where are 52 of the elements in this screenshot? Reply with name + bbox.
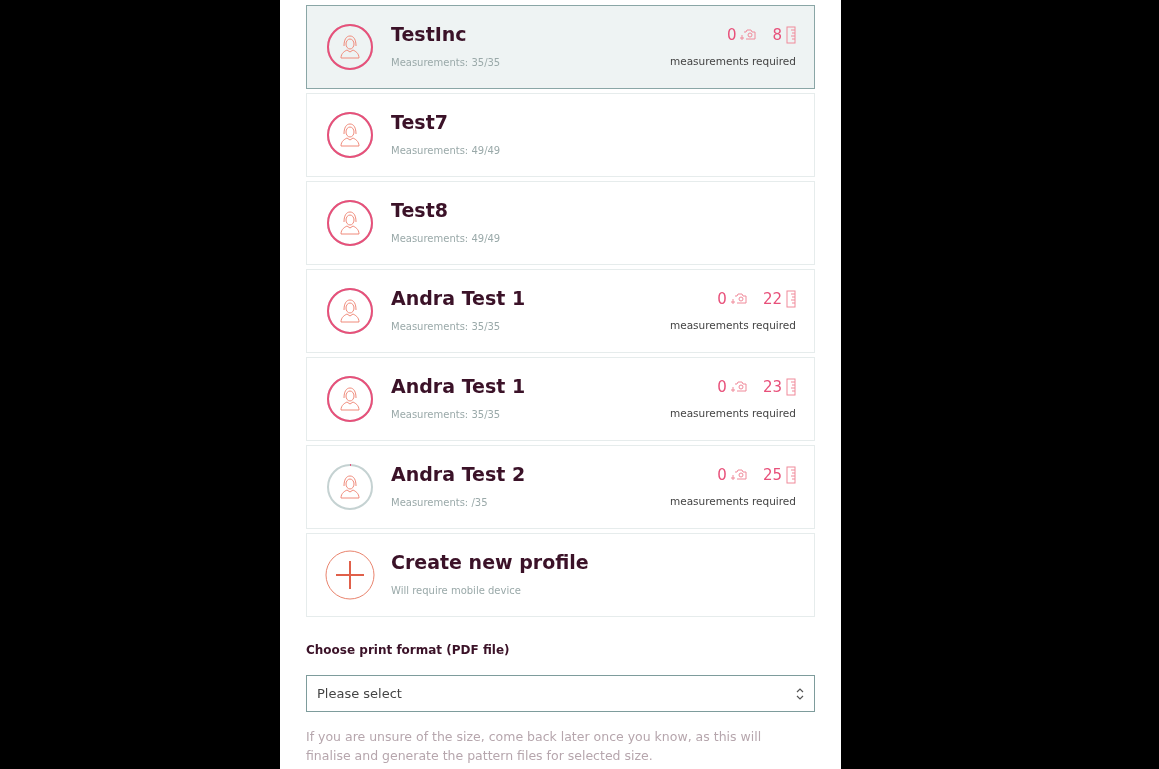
- camera-icon: [740, 28, 757, 43]
- ruler-icon: [786, 26, 796, 45]
- camera-icon: [730, 468, 747, 483]
- avatar-icon: [325, 286, 375, 336]
- create-profile-card[interactable]: Create new profile Will require mobile device: [306, 533, 815, 617]
- profile-name: Test8: [391, 200, 449, 221]
- profile-card[interactable]: Test7 Measurements: 49/49: [306, 93, 815, 177]
- measurements-count: Measurements: 49/49: [391, 143, 502, 158]
- required-count: 25: [762, 464, 782, 486]
- avatar-icon: [325, 110, 375, 160]
- measurements-count: Measurements: 35/35: [391, 319, 502, 334]
- profile-name: TestInc: [391, 24, 468, 45]
- profile-card[interactable]: Test8 Measurements: 49/49: [306, 181, 815, 265]
- measurements-count: Measurements: 49/49: [391, 231, 502, 246]
- avatar-icon: [325, 22, 375, 72]
- requirement-label: measurements required: [669, 54, 796, 70]
- field-label: Choose print format (PDF file): [306, 642, 511, 659]
- measurements-count: Measurements: 35/35: [391, 407, 502, 422]
- ruler-icon: [786, 466, 796, 485]
- hint-text: If you are unsure of the size, come back later once you know, as this will finalise and generate the pattern files for selected size.: [306, 728, 763, 765]
- required-count: 23: [762, 376, 782, 398]
- photo-count: 0: [717, 464, 727, 486]
- chevron-icon: [796, 687, 804, 700]
- ruler-icon: [786, 290, 796, 309]
- plus-icon: [325, 550, 375, 600]
- profile-name: Andra Test 1: [391, 376, 527, 397]
- profile-card[interactable]: Andra Test 2 Measurements: /35 0 25 measurements required: [306, 445, 815, 529]
- ruler-icon: [786, 378, 796, 397]
- photo-count: 0: [726, 24, 737, 46]
- profile-card[interactable]: TestInc Measurements: 35/35 0 8 measurements required: [306, 5, 815, 89]
- profile-card[interactable]: Andra Test 1 Measurements: 35/35 0 23 measurements required: [306, 357, 815, 441]
- profile-card[interactable]: Andra Test 1 Measurements: 35/35 0 22 measurements required: [306, 269, 815, 353]
- required-count: 22: [762, 288, 782, 310]
- create-title: Create new profile: [391, 552, 590, 573]
- photo-count: 0: [717, 376, 727, 398]
- profile-name: Test7: [391, 112, 449, 133]
- measurements-count: Measurements: 35/35: [391, 55, 502, 70]
- avatar-icon: [325, 374, 375, 424]
- requirement-label: measurements required: [669, 494, 796, 510]
- photo-count: 0: [717, 288, 727, 310]
- profile-name: Andra Test 1: [391, 288, 527, 309]
- requirement-label: measurements required: [669, 318, 796, 334]
- create-subtitle: Will require mobile device: [391, 583, 522, 598]
- avatar-icon: [325, 198, 375, 248]
- camera-icon: [730, 292, 747, 307]
- requirement-label: measurements required: [669, 406, 796, 422]
- avatar-icon: [325, 462, 375, 512]
- format-select[interactable]: Please select: [306, 675, 815, 712]
- required-count: 8: [772, 24, 782, 46]
- measurements-count: Measurements: /35: [391, 495, 489, 510]
- profile-name: Andra Test 2: [391, 464, 527, 485]
- camera-icon: [730, 380, 747, 395]
